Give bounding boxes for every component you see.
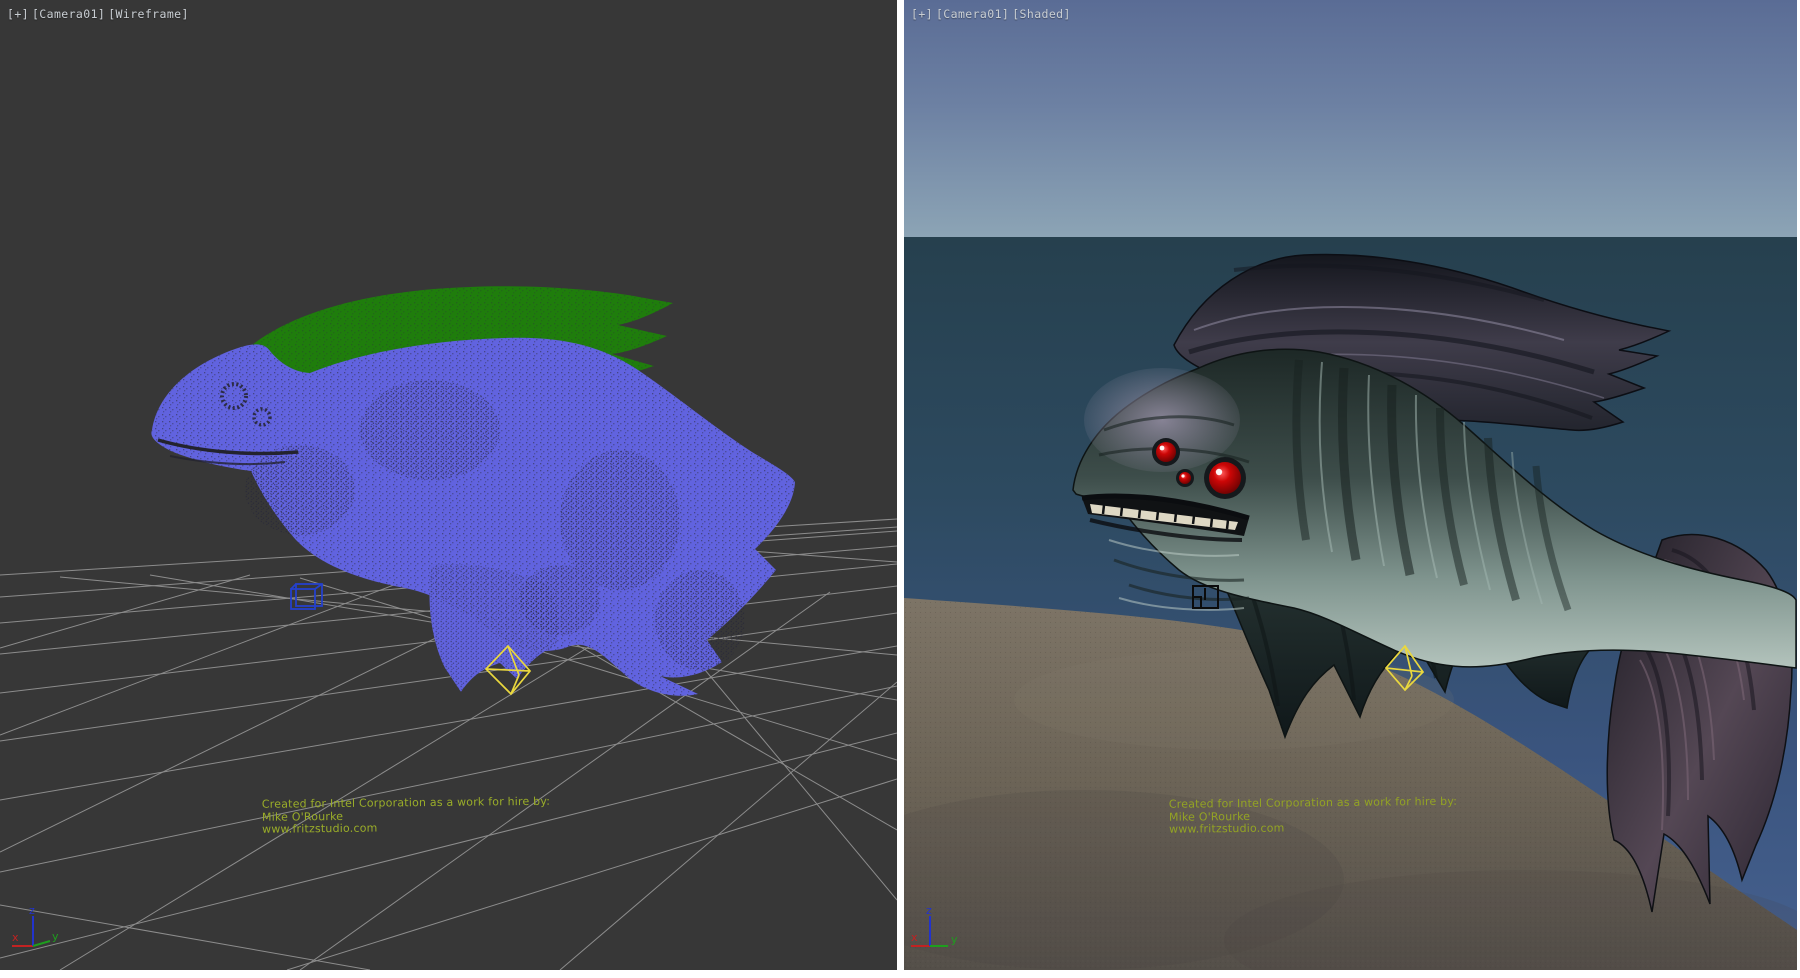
viewport-wireframe[interactable]: [+][Camera01][Wireframe] Created for Int… bbox=[0, 0, 897, 970]
watermark-text-right: Created for Intel Corporation as a work … bbox=[1169, 795, 1509, 836]
axis-z-label: z bbox=[926, 904, 932, 917]
viewport-menu-button[interactable]: [+] bbox=[7, 7, 29, 21]
axis-tripod-right: x z y bbox=[908, 903, 978, 967]
viewport-shading-menu[interactable]: [Shaded] bbox=[1012, 7, 1071, 21]
viewport-menu-button[interactable]: [+] bbox=[911, 7, 933, 21]
eye-tiny bbox=[1179, 472, 1191, 484]
axis-y-label: y bbox=[52, 930, 59, 943]
viewport-label-right: [+][Camera01][Shaded] bbox=[911, 7, 1074, 21]
viewport-shaded[interactable]: [+][Camera01][Shaded] Created for Intel … bbox=[904, 0, 1797, 970]
viewport-camera-menu[interactable]: [Camera01] bbox=[936, 7, 1009, 21]
viewport-shading-menu[interactable]: [Wireframe] bbox=[108, 7, 189, 21]
axis-x-label: x bbox=[911, 931, 918, 944]
viewport-camera-menu[interactable]: [Camera01] bbox=[32, 7, 105, 21]
eye-large bbox=[1209, 462, 1241, 494]
axis-x-label: x bbox=[12, 931, 19, 944]
axis-tripod-left: x z y bbox=[4, 903, 74, 967]
viewport-label-left: [+][Camera01][Wireframe] bbox=[7, 7, 192, 21]
eye-small bbox=[1156, 442, 1176, 462]
watermark-text-left: Created for Intel Corporation as a work … bbox=[262, 795, 602, 836]
fish-wireframe-model[interactable] bbox=[151, 286, 795, 695]
axis-z-label: z bbox=[29, 904, 35, 917]
axis-y-label: y bbox=[951, 933, 958, 946]
